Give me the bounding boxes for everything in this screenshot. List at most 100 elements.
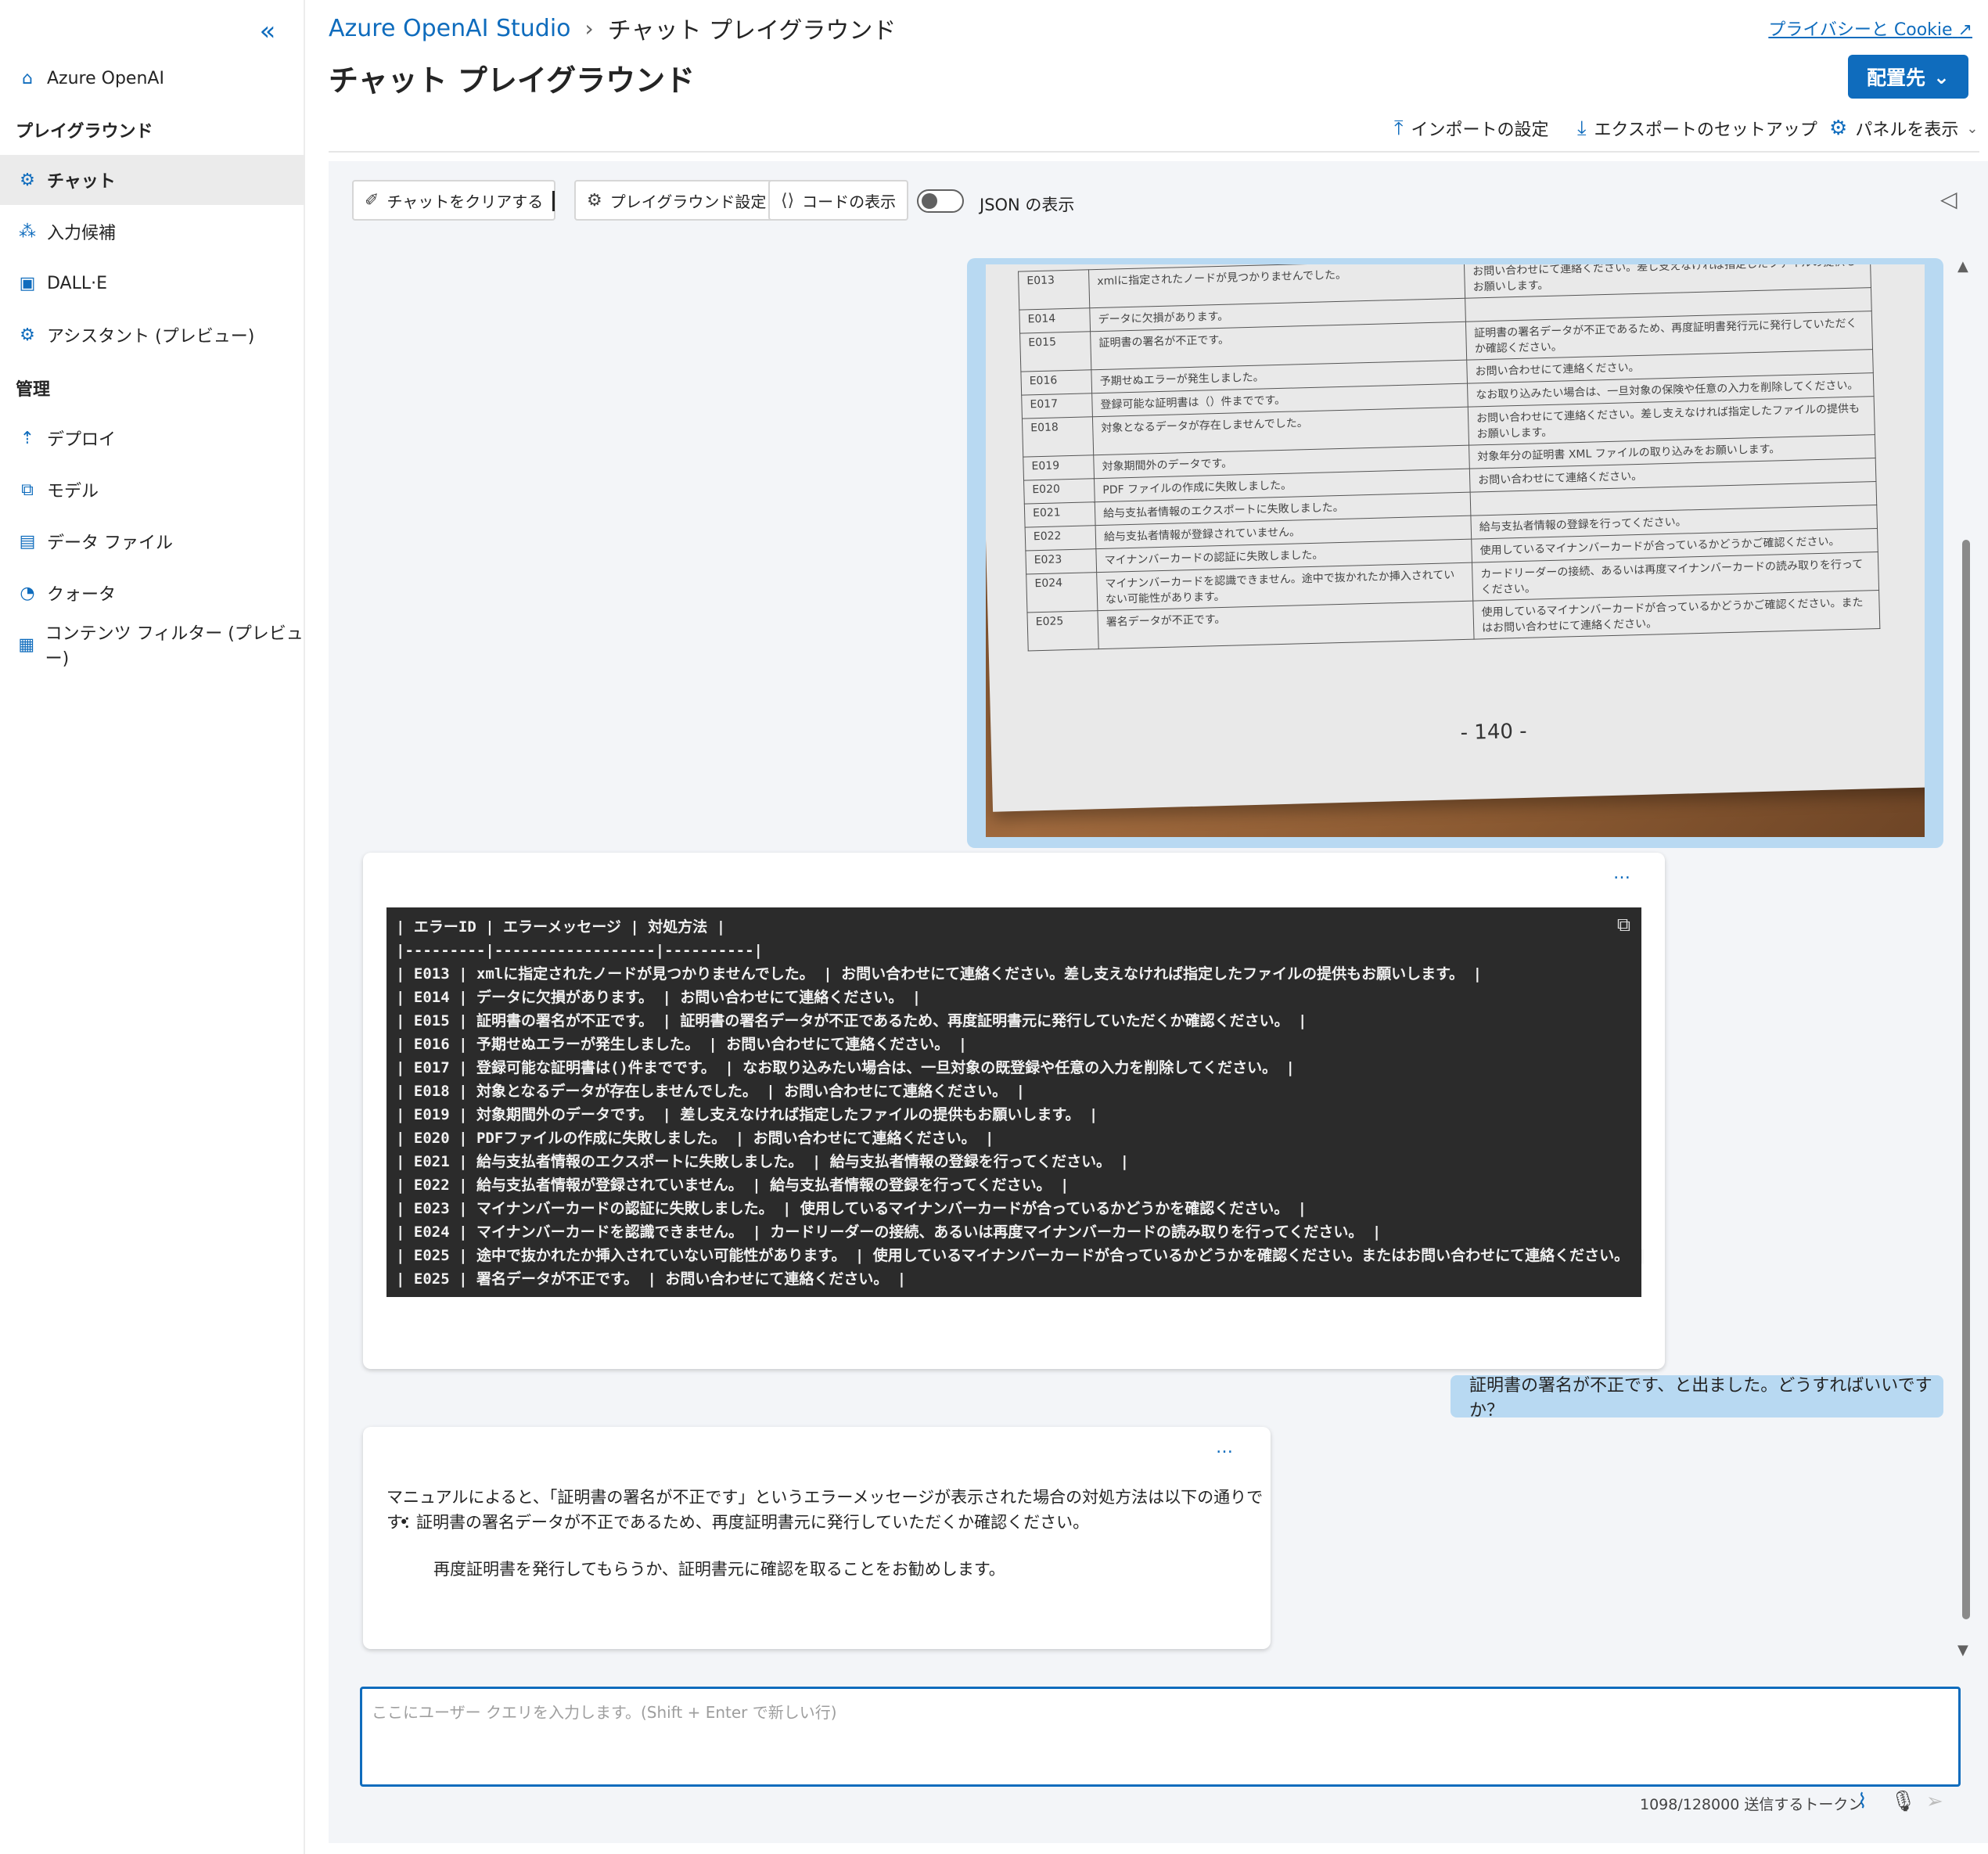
scroll-up-icon[interactable]: ▲ <box>1957 258 1968 275</box>
speaker-icon[interactable]: ◁ <box>1940 186 1957 212</box>
playground-settings-button[interactable]: ⚙ プレイグラウンド設定 <box>574 180 779 221</box>
chat-bot-icon: ⚙ <box>20 170 35 190</box>
code-line: | エラーID | エラーメッセージ | 対処方法 | <box>396 918 726 936</box>
uploaded-photo: E013 xmlに指定されたノードが見つかりませんでした。 お問い合わせにて連絡くだ… <box>986 264 1925 837</box>
assistant-icon: ⚙ <box>20 325 35 345</box>
microphone-icon[interactable]: 🎙 <box>1890 1790 1916 1813</box>
manual-table-cell-id: E024 <box>1026 572 1098 613</box>
scroll-thumb[interactable] <box>1962 540 1970 1619</box>
sidebar-section-playground: プレイグラウンド <box>16 122 153 142</box>
playground-settings-label: プレイグラウンド設定 <box>609 192 767 211</box>
user-query-input-box[interactable] <box>360 1687 1961 1787</box>
code-line: | E019 | 対象期間外のデータです。 | 差し支えなければ指定したファイル… <box>396 1106 1098 1123</box>
import-settings-button[interactable]: ⤒ インポートの設定 <box>1394 113 1549 144</box>
sidebar-item-content-filters[interactable]: ▦ コンテンツ フィルター (プレビュー) <box>0 620 305 670</box>
copy-icon[interactable]: ⧉ <box>1617 914 1630 936</box>
deploy-button-label: 配置先 <box>1867 66 1926 89</box>
code-line: | E015 | 証明書の署名が不正です。 | 証明書の署名データが不正であるた… <box>396 1012 1307 1029</box>
home-icon: ⌂ <box>22 68 33 88</box>
sidebar-item-completions[interactable]: ⁂ 入力候補 <box>0 207 305 257</box>
manual-table-cell-id: E016 <box>1020 369 1092 396</box>
scroll-down-icon[interactable]: ▼ <box>1957 1642 1968 1658</box>
export-setup-button[interactable]: ⤓ エクスポートのセットアップ <box>1577 113 1817 144</box>
manual-table-cell-id: E020 <box>1023 478 1095 505</box>
sidebar-item-chat[interactable]: ⚙ チャット <box>0 155 305 205</box>
code-line: | E024 | マイナンバーカードを認識できません。 | カードリーダーの接続… <box>396 1223 1382 1241</box>
token-counter: 1098/128000 送信するトークン <box>1640 1796 1864 1813</box>
manual-table-cell-id: E014 <box>1019 307 1091 334</box>
toggle-knob <box>922 193 937 209</box>
sidebar-item-models[interactable]: ⧉ モデル <box>0 465 305 515</box>
sidebar-item-dalle[interactable]: ▣ DALL·E <box>0 258 305 308</box>
completions-icon: ⁂ <box>19 221 36 242</box>
attach-icon[interactable]: ⌇ <box>1857 1790 1868 1813</box>
user-message-text: 証明書の署名が不正です、と出ました。どうすればいいですか？ <box>1469 1376 1932 1421</box>
breadcrumb-root-link[interactable]: Azure OpenAI Studio <box>329 15 571 42</box>
privacy-link-label: プライバシーと Cookie <box>1768 20 1953 40</box>
manual-page-number: - 140 - <box>1460 719 1527 746</box>
sidebar: « ⌂ Azure OpenAI プレイグラウンド ⚙ チャット ⁂ 入力候補 … <box>0 0 305 1854</box>
manual-table-cell-id: E013 <box>1018 269 1090 311</box>
sidebar-item-assistant[interactable]: ⚙ アシスタント (プレビュー) <box>0 310 305 360</box>
show-panels-button[interactable]: ⚙ パネルを表示 ⌄ <box>1829 113 1978 144</box>
collapse-sidebar-button[interactable]: « <box>252 16 283 47</box>
manual-error-table: E013 xmlに指定されたノードが見つかりませんでした。 お問い合わせにて連絡くだ… <box>1018 264 1880 652</box>
page-title: チャット プレイグラウンド <box>329 63 696 98</box>
send-icon[interactable]: ➢ <box>1926 1790 1943 1813</box>
sidebar-item-data-files[interactable]: ▤ データ ファイル <box>0 516 305 566</box>
sidebar-item-label: クォータ <box>47 585 117 605</box>
code-line: | E020 | PDFファイルの作成に失敗しました。 | お問い合わせにて連絡… <box>396 1130 994 1147</box>
quota-icon: ◔ <box>20 583 35 603</box>
view-code-label: コードの表示 <box>802 192 897 211</box>
breadcrumb-current: チャット プレイグラウンド <box>607 17 897 45</box>
app-root: « ⌂ Azure OpenAI プレイグラウンド ⚙ チャット ⁂ 入力候補 … <box>0 0 1988 1854</box>
user-image-message: E013 xmlに指定されたノードが見つかりませんでした。 お問い合わせにて連絡くだ… <box>967 258 1943 848</box>
more-horizontal-icon[interactable]: … <box>1216 1438 1235 1457</box>
manual-table-cell-id: E022 <box>1025 525 1096 552</box>
code-block: ⧉ | エラーID | エラーメッセージ | 対処方法 | |---------|… <box>386 907 1648 1297</box>
code-line: | E013 | xmlに指定されたノードが見つかりませんでした。 | お問い合… <box>396 965 1483 983</box>
deploy-to-button[interactable]: 配置先 ⌄ <box>1848 55 1968 99</box>
code-line: | E014 | データに欠損があります。 | お問い合わせにて連絡ください。 … <box>396 989 922 1006</box>
upload-icon: ⤒ <box>1394 116 1404 140</box>
chat-scrollbar[interactable]: ▲ ▼ <box>1957 258 1976 1658</box>
code-line: | E025 | 途中で抜かれたか挿入されていない可能性があります。 | 使用し… <box>396 1247 1648 1264</box>
manual-table-cell-id: E019 <box>1023 455 1095 481</box>
code-line: | E023 | マイナンバーカードの認証に失敗しました。 | 使用しているマイ… <box>396 1200 1307 1217</box>
json-toggle[interactable] <box>917 189 964 213</box>
user-query-input[interactable] <box>362 1689 1958 1784</box>
chevron-down-icon: ⌄ <box>1966 120 1979 137</box>
content-filter-icon: ▦ <box>18 634 35 655</box>
assistant-followup: 再度証明書を発行してもらうか、証明書元に確認を取ることをお勧めします。 <box>433 1560 1005 1579</box>
sidebar-item-home[interactable]: ⌂ Azure OpenAI <box>0 53 305 103</box>
sidebar-item-quota[interactable]: ◔ クォータ <box>0 568 305 618</box>
code-line: | E021 | 給与支払者情報のエクスポートに失敗しました。 | 給与支払者情… <box>396 1153 1130 1170</box>
sidebar-item-label: コンテンツ フィルター (プレビュー) <box>45 624 304 669</box>
code-icon: ⟨⟩ <box>781 190 795 210</box>
sidebar-section-manage: 管理 <box>16 380 51 400</box>
code-line: | E017 | 登録可能な証明書は()件までです。 | なお取り込みたい場合は… <box>396 1059 1295 1076</box>
code-line: | E022 | 給与支払者情報が登録されていません。 | 給与支払者情報の登録… <box>396 1177 1069 1194</box>
assistant-message: … マニュアルによると、「証明書の署名が不正です」というエラーメッセージが表示さ… <box>363 1427 1271 1649</box>
privacy-cookie-link[interactable]: プライバシーと Cookie ↗ <box>1768 16 1972 41</box>
clear-chat-button[interactable]: ✐ チャットをクリアする <box>352 180 556 221</box>
manual-table-cell-id: E018 <box>1022 416 1094 458</box>
manual-table-cell-id: E023 <box>1025 548 1097 575</box>
image-icon: ▣ <box>19 273 36 293</box>
manual-page: E013 xmlに指定されたノードが見つかりませんでした。 お問い合わせにて連絡くだ… <box>986 264 1925 812</box>
assistant-bullet: 証明書の署名データが不正であるため、再度証明書元に発行していただくか確認ください… <box>399 1510 1089 1535</box>
export-label: エクスポートのセットアップ <box>1594 120 1817 140</box>
more-horizontal-icon[interactable]: … <box>1613 864 1632 883</box>
gear-icon: ⚙ <box>587 190 602 210</box>
user-message: 証明書の署名が不正です、と出ました。どうすればいいですか？ <box>1451 1375 1943 1421</box>
header-divider <box>329 151 1979 153</box>
double-chevron-left-icon: « <box>259 16 276 47</box>
sidebar-item-label: 入力候補 <box>47 224 117 243</box>
toolbar-divider <box>552 191 555 211</box>
import-label: インポートの設定 <box>1411 120 1549 140</box>
show-panels-label: パネルを表示 <box>1855 120 1959 140</box>
assistant-message: … ⧉ | エラーID | エラーメッセージ | 対処方法 | |--------… <box>363 853 1665 1369</box>
view-code-button[interactable]: ⟨⟩ コードの表示 <box>768 180 909 221</box>
sidebar-item-deploy[interactable]: ⇡ デプロイ <box>0 413 305 463</box>
download-icon: ⤓ <box>1577 116 1587 140</box>
